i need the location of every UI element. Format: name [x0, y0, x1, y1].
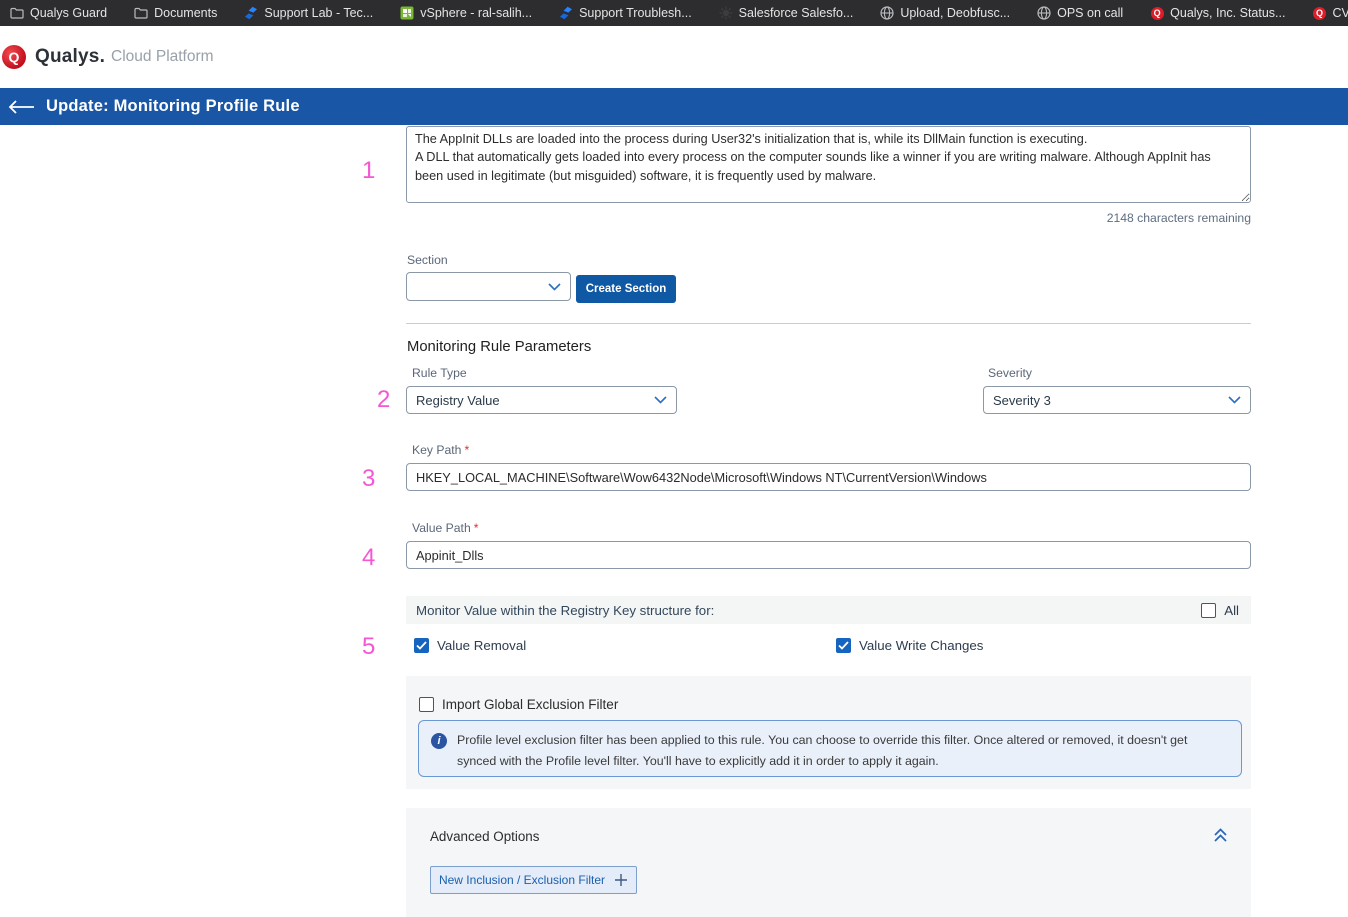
import-global-exclusion-filter-label: Import Global Exclusion Filter — [442, 697, 618, 712]
monitoring-rule-parameters-heading: Monitoring Rule Parameters — [407, 339, 591, 355]
bookmark-label: Documents — [154, 6, 217, 20]
info-icon: i — [431, 733, 447, 749]
plus-icon — [614, 873, 628, 887]
page: Qualys Guard Documents Support Lab - Tec… — [0, 0, 1348, 917]
page-title-bar: Update: Monitoring Profile Rule — [0, 88, 1348, 125]
rule-type-select[interactable]: Registry Value — [406, 386, 677, 414]
bookmark-label: Salesforce Salesfo... — [739, 6, 854, 20]
confluence-icon — [244, 6, 258, 20]
bookmark-label: Support Lab - Tec... — [264, 6, 373, 20]
bookmark-documents[interactable]: Documents — [134, 6, 217, 20]
qualys-logo-icon: Q — [2, 45, 26, 69]
double-chevron-up-icon — [1213, 827, 1228, 844]
bookmark-label: Upload, Deobfusc... — [900, 6, 1010, 20]
all-checkbox-row[interactable]: All — [1201, 603, 1239, 618]
rule-type-label: Rule Type — [412, 366, 467, 380]
folder-icon — [10, 6, 24, 20]
bookmark-cve[interactable]: Q CVE-202... — [1312, 6, 1348, 20]
severity-select[interactable]: Severity 3 — [983, 386, 1251, 414]
section-select[interactable] — [406, 272, 571, 301]
bookmark-vsphere[interactable]: vSphere - ral-salih... — [400, 6, 532, 20]
value-write-changes-label: Value Write Changes — [859, 638, 983, 653]
exclusion-info-box: i Profile level exclusion filter has bee… — [418, 720, 1242, 777]
annotation-step-2: 2 — [377, 387, 390, 413]
severity-select-value: Severity 3 — [993, 393, 1051, 408]
bookmark-qualys-guard[interactable]: Qualys Guard — [10, 6, 107, 20]
value-path-label: Value Path* — [412, 521, 478, 535]
check-icon — [416, 641, 427, 650]
monitor-value-bar: Monitor Value within the Registry Key st… — [406, 596, 1251, 624]
value-removal-checkbox-row[interactable]: Value Removal — [414, 638, 526, 653]
exclusion-filter-section: Import Global Exclusion Filter i Profile… — [406, 676, 1251, 789]
severity-label: Severity — [988, 366, 1032, 380]
all-checkbox-label: All — [1224, 603, 1239, 618]
sun-burst-icon — [719, 6, 733, 20]
rule-type-select-value: Registry Value — [416, 393, 500, 408]
bookmark-support-lab[interactable]: Support Lab - Tec... — [244, 6, 373, 20]
exclusion-info-text: Profile level exclusion filter has been … — [457, 730, 1227, 767]
key-path-input[interactable] — [406, 463, 1251, 491]
bookmark-label: Qualys Guard — [30, 6, 107, 20]
browser-bookmarks-bar: Qualys Guard Documents Support Lab - Tec… — [0, 0, 1348, 26]
folder-icon — [134, 6, 148, 20]
create-section-button[interactable]: Create Section — [576, 275, 676, 303]
import-global-exclusion-filter-checkbox[interactable] — [419, 697, 434, 712]
rule-form: The AppInit DLLs are loaded into the pro… — [406, 125, 1251, 917]
bookmark-ops-on-call[interactable]: OPS on call — [1037, 6, 1123, 20]
value-removal-label: Value Removal — [437, 638, 526, 653]
required-asterisk: * — [464, 443, 469, 457]
bookmark-upload-deobfuscate[interactable]: Upload, Deobfusc... — [880, 6, 1010, 20]
advanced-options-heading: Advanced Options — [430, 829, 539, 844]
chevron-down-icon — [1228, 396, 1241, 404]
all-checkbox[interactable] — [1201, 603, 1216, 618]
section-label: Section — [407, 253, 448, 267]
brand-suffix: Cloud Platform — [111, 48, 214, 66]
value-write-changes-checkbox[interactable] — [836, 638, 851, 653]
bookmark-support-troubleshooting[interactable]: Support Troublesh... — [559, 6, 692, 20]
import-global-exclusion-filter-row[interactable]: Import Global Exclusion Filter — [419, 697, 618, 712]
confluence-icon — [559, 6, 573, 20]
bookmark-label: Support Troublesh... — [579, 6, 692, 20]
page-title: Update: Monitoring Profile Rule — [46, 97, 300, 116]
globe-icon — [880, 6, 894, 20]
key-path-label: Key Path* — [412, 443, 469, 457]
value-write-changes-checkbox-row[interactable]: Value Write Changes — [836, 638, 983, 653]
bookmark-label: CVE-202... — [1332, 6, 1348, 20]
check-icon — [838, 641, 849, 650]
app-header: Q Qualys. Cloud Platform — [0, 26, 1348, 88]
bookmark-label: OPS on call — [1057, 6, 1123, 20]
new-inclusion-exclusion-filter-button[interactable]: New Inclusion / Exclusion Filter — [430, 866, 637, 894]
qualys-icon: Q — [1312, 6, 1326, 20]
annotation-step-3: 3 — [362, 466, 375, 492]
annotation-step-5: 5 — [362, 634, 375, 660]
annotation-step-4: 4 — [362, 545, 375, 571]
advanced-options-section: Advanced Options New Inclusion / Exclusi… — [406, 808, 1251, 917]
annotation-step-1: 1 — [362, 158, 375, 184]
bookmark-label: vSphere - ral-salih... — [420, 6, 532, 20]
vsphere-icon — [400, 6, 414, 20]
monitor-value-heading: Monitor Value within the Registry Key st… — [416, 603, 714, 618]
back-button[interactable] — [4, 92, 38, 122]
bookmark-salesforce[interactable]: Salesforce Salesfo... — [719, 6, 854, 20]
bookmark-qualys-status[interactable]: Q Qualys, Inc. Status... — [1150, 6, 1285, 20]
left-arrow-icon — [8, 100, 34, 114]
bookmark-label: Qualys, Inc. Status... — [1170, 6, 1285, 20]
description-textarea[interactable]: The AppInit DLLs are loaded into the pro… — [406, 126, 1251, 203]
value-path-input[interactable] — [406, 541, 1251, 569]
qualys-icon: Q — [1150, 6, 1164, 20]
required-asterisk: * — [474, 521, 479, 535]
value-removal-checkbox[interactable] — [414, 638, 429, 653]
brand-name: Qualys. — [35, 46, 105, 68]
chevron-down-icon — [654, 396, 667, 404]
characters-remaining: 2148 characters remaining — [1107, 211, 1251, 225]
section-divider — [406, 323, 1251, 324]
globe-icon — [1037, 6, 1051, 20]
new-filter-button-label: New Inclusion / Exclusion Filter — [439, 873, 605, 887]
chevron-down-icon — [548, 283, 561, 291]
collapse-section-button[interactable] — [1209, 824, 1231, 846]
